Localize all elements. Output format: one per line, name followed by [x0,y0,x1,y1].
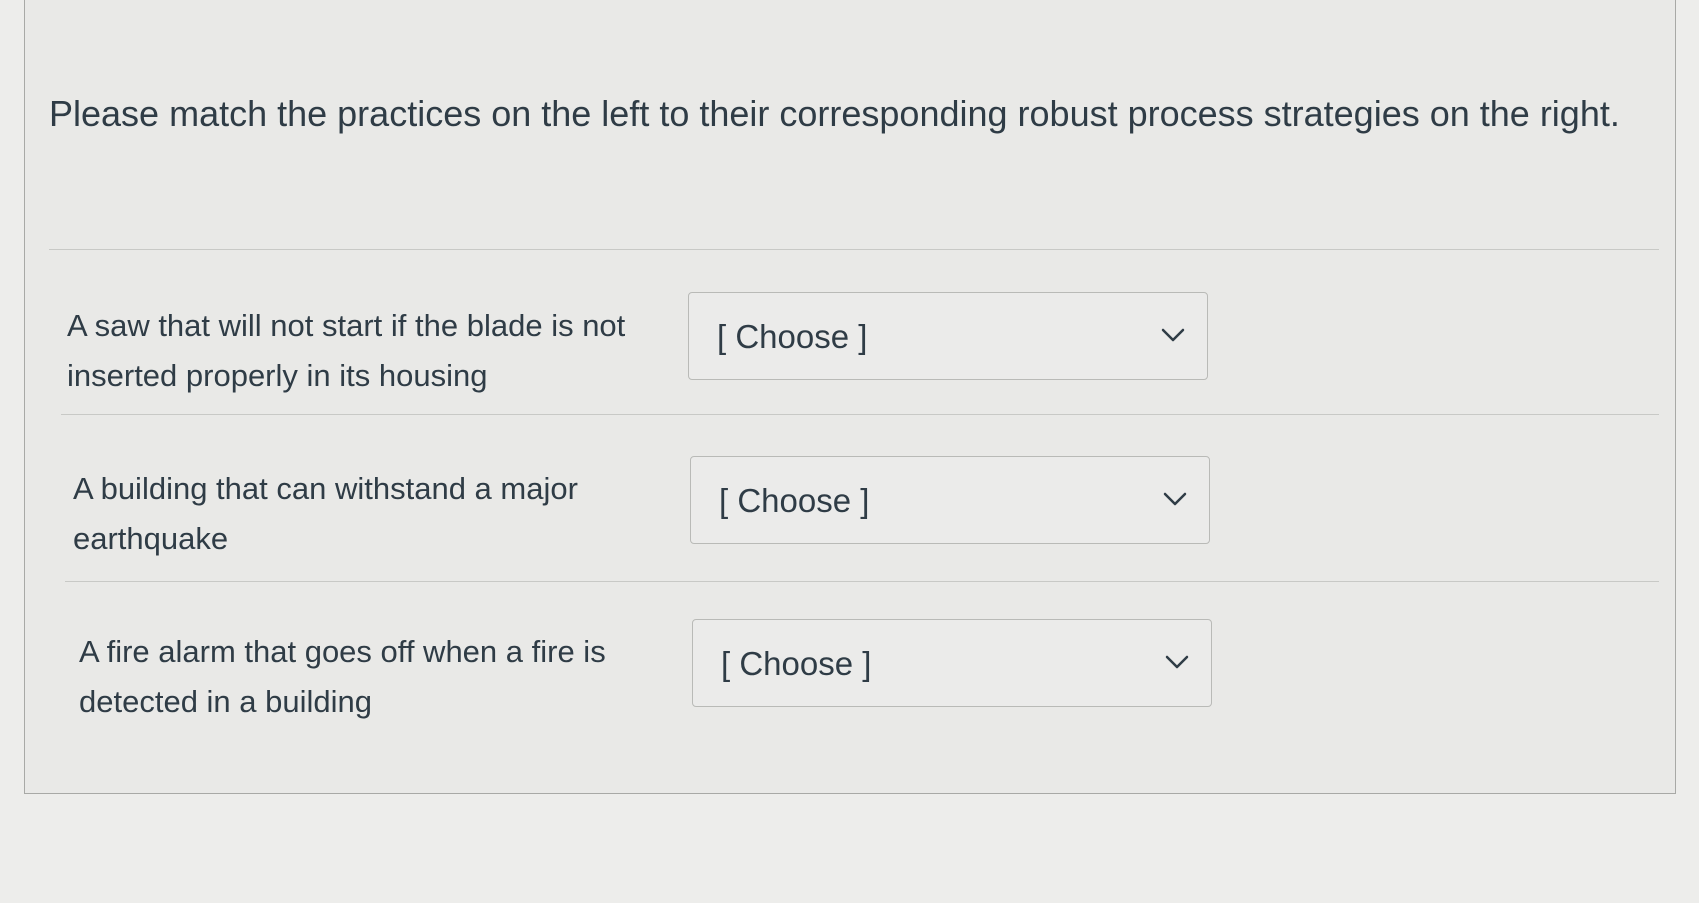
answer-row-1: A saw that will not start if the blade i… [25,249,1677,399]
answer-row-2: A building that can withstand a major ea… [25,414,1677,564]
chevron-down-icon [1161,328,1185,342]
answer-label-1: A saw that will not start if the blade i… [67,308,626,393]
question-prompt: Please match the practices on the left t… [49,93,1620,134]
answer-label-2: A building that can withstand a major ea… [73,471,578,556]
answer-select-2[interactable]: [ Choose ] [690,456,1210,544]
answer-label-3: A fire alarm that goes off when a fire i… [79,634,606,719]
chevron-down-icon [1163,492,1187,506]
answer-row-3: A fire alarm that goes off when a fire i… [25,581,1677,731]
select-value-2: [ Choose ] [719,482,870,519]
chevron-down-icon [1165,655,1189,669]
select-value-1: [ Choose ] [717,318,868,355]
select-value-3: [ Choose ] [721,645,872,682]
answer-select-3[interactable]: [ Choose ] [692,619,1212,707]
question-card: Please match the practices on the left t… [24,0,1676,794]
answer-select-1[interactable]: [ Choose ] [688,292,1208,380]
